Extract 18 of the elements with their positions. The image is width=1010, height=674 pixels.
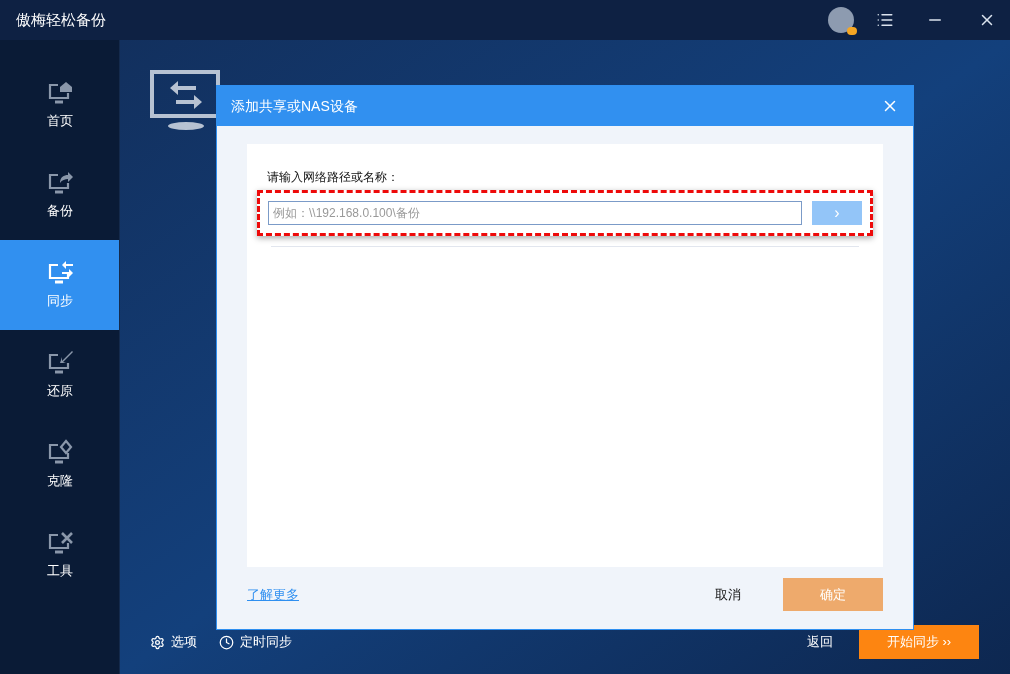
sidebar-item[interactable]: 首页 — [0, 60, 119, 150]
sidebar-item[interactable]: 克隆 — [0, 420, 119, 510]
app-title: 傲梅轻松备份 — [16, 9, 106, 30]
sidebar-item[interactable]: 备份 — [0, 150, 119, 240]
sidebar-item[interactable]: 还原 — [0, 330, 119, 420]
back-link[interactable]: 返回 — [807, 632, 833, 652]
sidebar-item[interactable]: 工具 — [0, 510, 119, 600]
path-input-field[interactable]: 例如：\\192.168.0.100\备份 — [268, 201, 802, 225]
avatar-icon[interactable] — [828, 7, 854, 33]
menu-icon[interactable] — [876, 11, 894, 29]
clock-icon[interactable] — [219, 634, 234, 650]
field-label: 请输入网络路径或名称： — [267, 169, 400, 186]
sync-monitor-icon — [150, 70, 222, 130]
dialog-title: 添加共享或NAS设备 — [231, 96, 358, 116]
cancel-button[interactable]: 取消 — [703, 578, 753, 611]
options-link[interactable]: 选项 — [171, 632, 197, 652]
schedule-link[interactable]: 定时同步 — [240, 632, 292, 652]
settings-icon[interactable] — [150, 634, 165, 650]
